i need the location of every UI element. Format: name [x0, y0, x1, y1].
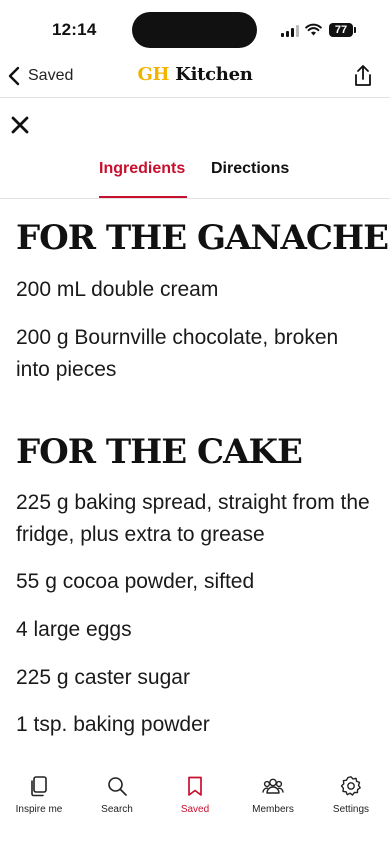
tab-directions[interactable]: Directions	[211, 160, 289, 178]
members-icon	[262, 778, 284, 794]
ingredient-item: 1 tsp. baking powder	[16, 713, 210, 736]
ingredient-item: 55 g cocoa powder, sifted	[16, 570, 255, 593]
ingredient-item: 225 g caster sugar	[16, 666, 190, 689]
tab-search[interactable]: Search	[78, 775, 156, 815]
tab-label: Inspire me	[15, 804, 63, 815]
dynamic-island	[132, 12, 257, 48]
tab-label: Settings	[332, 804, 370, 815]
bookmark-icon	[188, 776, 202, 796]
brand-kitchen: Kitchen	[169, 64, 253, 85]
tab-label: Search	[101, 804, 133, 815]
wifi-icon	[305, 23, 322, 36]
share-icon[interactable]	[352, 64, 374, 88]
tab-label: Members	[252, 804, 294, 815]
status-bar: 12:14 77	[0, 0, 390, 56]
brand-logo: GH Kitchen	[0, 64, 390, 85]
search-icon	[108, 777, 127, 796]
ingredient-item: 4 large eggs	[16, 618, 132, 641]
battery-tip	[354, 27, 356, 33]
battery-indicator: 77	[329, 23, 353, 37]
nav-header: Saved GH Kitchen	[0, 56, 390, 98]
close-icon[interactable]	[10, 115, 30, 135]
tab-label: Saved	[180, 804, 210, 815]
tab-ingredients[interactable]: Ingredients	[99, 160, 185, 178]
recipe-tabs: Ingredients Directions	[0, 150, 390, 199]
gear-icon	[340, 776, 361, 796]
ingredient-item: 200 g Bournville chocolate, broken into …	[16, 326, 339, 381]
ingredient-item: 225 g baking spread, straight from the f…	[16, 491, 370, 546]
brand-gh: GH	[137, 64, 170, 85]
tab-inspire-me[interactable]: Inspire me	[0, 775, 78, 815]
tab-members[interactable]: Members	[234, 775, 312, 815]
tab-settings[interactable]: Settings	[312, 775, 390, 815]
ingredient-item: 200 mL double cream	[16, 278, 219, 301]
ingredients-list: FOR THE GANACHE 200 mL double cream 200 …	[0, 199, 390, 759]
section-heading: FOR THE CAKE	[16, 432, 303, 472]
section-heading: FOR THE GANACHE	[16, 218, 389, 258]
active-tab-indicator	[99, 196, 187, 198]
tab-saved[interactable]: Saved	[156, 775, 234, 815]
status-time: 12:14	[52, 20, 97, 39]
bottom-tab-bar: Inspire me Search Saved Members Settings	[0, 759, 390, 845]
cards-icon	[31, 776, 47, 797]
cellular-signal-icon	[281, 25, 299, 37]
